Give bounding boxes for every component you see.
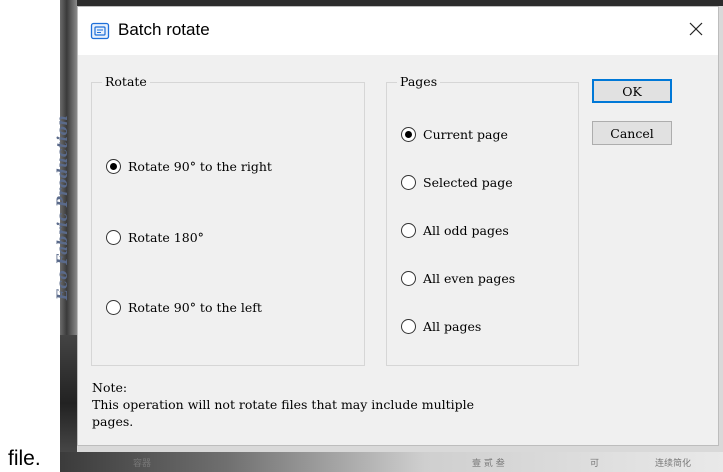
rotate-90-left-radio[interactable] — [106, 299, 121, 315]
note-heading: Note: — [92, 380, 128, 395]
pages-group-title: Pages — [397, 74, 441, 89]
rotate-90-left-option[interactable]: Rotate 90° to the left — [106, 297, 262, 317]
all-pages-radio[interactable] — [401, 318, 416, 334]
close-icon — [689, 22, 703, 41]
ok-button[interactable]: OK — [592, 79, 672, 103]
background-side-text: Eco Fabric Production — [55, 114, 71, 300]
rotate-group-title: Rotate — [102, 74, 150, 89]
background-bottom-text: 容器 — [133, 459, 152, 469]
all-odd-pages-label: All odd pages — [423, 222, 509, 238]
ok-button-label: OK — [622, 83, 642, 99]
rotate-180-option[interactable]: Rotate 180° — [106, 227, 204, 247]
dialog-title: Batch rotate — [118, 20, 210, 39]
selected-page-radio[interactable] — [401, 174, 416, 190]
all-even-pages-label: All even pages — [423, 270, 516, 286]
all-pages-option[interactable]: All pages — [401, 316, 481, 336]
cancel-button-label: Cancel — [610, 125, 654, 141]
current-page-label: Current page — [423, 126, 508, 142]
rotate-90-right-option[interactable]: Rotate 90° to the right — [106, 156, 272, 176]
batch-rotate-icon — [90, 21, 110, 41]
rotate-90-right-radio[interactable] — [106, 158, 121, 174]
outside-text-file: file. — [8, 447, 41, 470]
pages-groupbox: Pages Current page Selected page All odd… — [386, 74, 579, 366]
close-button[interactable] — [682, 17, 710, 45]
background-bottom-text: 连续简化 — [655, 459, 692, 469]
note-section: Note: This operation will not rotate fil… — [92, 379, 474, 430]
dialog-titlebar[interactable]: Batch rotate — [78, 7, 718, 55]
all-odd-pages-radio[interactable] — [401, 222, 416, 238]
background-bottom-text: 可 — [590, 459, 600, 469]
all-even-pages-radio[interactable] — [401, 270, 416, 286]
selected-page-option[interactable]: Selected page — [401, 172, 513, 192]
all-odd-pages-option[interactable]: All odd pages — [401, 220, 509, 240]
rotate-180-radio[interactable] — [106, 229, 121, 245]
note-line: This operation will not rotate files tha… — [92, 397, 475, 412]
background-bottom-strip — [60, 452, 723, 472]
rotate-groupbox: Rotate Rotate 90° to the right Rotate 18… — [91, 74, 365, 366]
batch-rotate-dialog: Batch rotate Rotate Rotate 90° to the ri… — [77, 6, 719, 446]
current-page-option[interactable]: Current page — [401, 124, 508, 144]
current-page-radio[interactable] — [401, 126, 416, 142]
rotate-90-left-label: Rotate 90° to the left — [128, 299, 262, 315]
all-even-pages-option[interactable]: All even pages — [401, 268, 515, 288]
all-pages-label: All pages — [423, 318, 482, 334]
selected-page-label: Selected page — [423, 174, 513, 190]
rotate-90-right-label: Rotate 90° to the right — [128, 158, 272, 174]
cancel-button[interactable]: Cancel — [592, 121, 672, 145]
rotate-180-label: Rotate 180° — [128, 229, 204, 245]
note-line: pages. — [92, 414, 134, 429]
background-bottom-text: 壹 贰 叁 — [472, 459, 505, 469]
